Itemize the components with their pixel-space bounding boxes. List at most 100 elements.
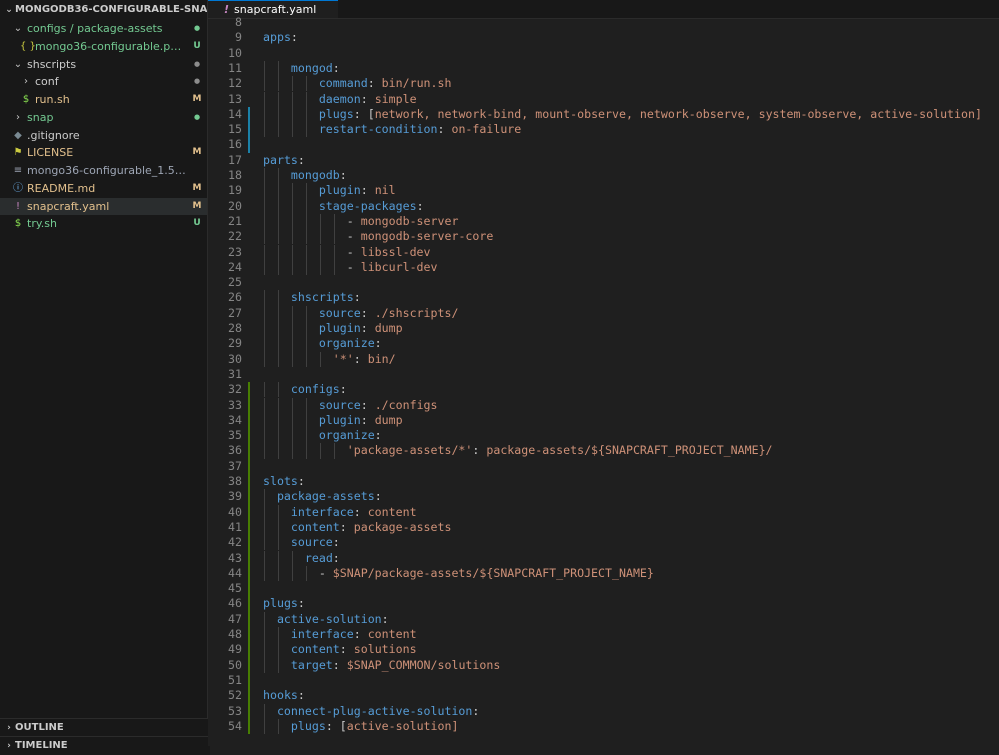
indent-guide [291, 244, 293, 260]
outline-panel-header[interactable]: › OUTLINE [0, 718, 210, 737]
code-text: target: $SNAP_COMMON/solutions [291, 658, 500, 673]
chevron-down-icon: ⌄ [13, 58, 23, 70]
code-text: slots: [263, 474, 305, 489]
indent-guide [277, 504, 279, 520]
code-text: organize: [319, 428, 382, 443]
indent-guide [264, 642, 265, 658]
code-line: 40 interface: content [208, 504, 999, 520]
yaml-value: '*' [332, 351, 354, 366]
code-text: plugs: [263, 596, 305, 611]
code-text: content: solutions [291, 642, 417, 657]
tree-item[interactable]: $ try.sh U [0, 215, 207, 233]
indent-guide [305, 183, 307, 199]
indent-guide [277, 290, 279, 306]
code-text: source: [291, 535, 340, 550]
tree-item[interactable]: ◆ .gitignore [0, 127, 207, 145]
shell-icon: $ [22, 94, 30, 105]
indent-guide [264, 535, 265, 551]
tree-item[interactable]: ⌄ configs / package-assets ● [0, 20, 207, 38]
line-number: 17 [228, 152, 242, 167]
indent-guide [291, 183, 293, 199]
indent-guide [305, 428, 307, 444]
indent-guide [277, 657, 279, 673]
git-icon: ◆ [14, 129, 22, 141]
tree-item[interactable]: $ run.sh M [0, 91, 207, 109]
tree-item[interactable]: ⓘ README.md M [0, 180, 207, 198]
yaml-punctuation: : [353, 351, 368, 366]
line-number: 40 [228, 504, 242, 519]
indent-guide [319, 244, 321, 260]
yaml-punctuation: : [472, 443, 487, 458]
git-change-marker[interactable] [248, 106, 250, 153]
indent-guide [291, 106, 293, 123]
tree-item[interactable]: ⌄ shscripts ● [0, 56, 207, 74]
tree-item-label: try.sh [27, 217, 57, 231]
yaml-punctuation: : [332, 550, 340, 565]
code-text: parts: [263, 153, 305, 168]
indent-guide [264, 198, 265, 214]
line-number: 22 [228, 229, 242, 244]
indent-guide [291, 397, 293, 413]
code-text: interface: content [291, 505, 417, 520]
indent-guide [305, 565, 307, 582]
indent-guide [277, 244, 279, 260]
indent-guide [277, 351, 279, 367]
git-change-marker[interactable] [248, 382, 250, 735]
indent-guide [277, 627, 279, 643]
yaml-value: package-assets [353, 519, 452, 534]
yaml-punctuation: : [297, 152, 305, 167]
indent-guide [264, 60, 265, 77]
git-status-badge: M [192, 94, 202, 104]
indent-guide [264, 244, 265, 260]
code-text: plugs: [active-solution] [291, 719, 459, 734]
indent-guide [264, 351, 265, 367]
tree-item[interactable]: ⚑ LICENSE M [0, 144, 207, 162]
yaml-punctuation: - [346, 229, 361, 244]
yaml-value: on-failure [451, 122, 522, 137]
indent-guide [264, 443, 265, 459]
indent-guide [291, 336, 293, 352]
line-number: 47 [228, 611, 242, 626]
yaml-value: dump [374, 412, 403, 427]
explorer-root-header[interactable]: ⌄ MONGODB36-CONFIGURABLE-SNAP [0, 0, 207, 20]
line-number: 27 [228, 305, 242, 320]
yaml-key: organize [318, 336, 375, 351]
yaml-key: mongod [290, 60, 333, 75]
indent-guide [305, 336, 307, 352]
code-line: 35 organize: [208, 428, 999, 444]
yaml-value: content [367, 504, 417, 519]
tree-item[interactable]: › conf ● [0, 73, 207, 91]
line-number: 23 [228, 244, 242, 259]
indent-guide [305, 443, 307, 459]
tree-item[interactable]: ≡ mongo36-configurable_1.5_amd64.... [0, 162, 207, 180]
yaml-key: read [304, 550, 333, 565]
line-number: 53 [228, 703, 242, 718]
line-number: 37 [228, 458, 242, 473]
indent-guide [319, 213, 321, 230]
indent-guide [264, 657, 265, 673]
code-text: plugin: nil [319, 183, 396, 198]
code-line: 12 command: bin/run.sh [208, 76, 999, 92]
code-text: source: ./shscripts/ [319, 306, 459, 321]
indent-guide [277, 565, 279, 582]
code-line: 30 '*': bin/ [208, 351, 999, 367]
indent-guide [277, 397, 279, 413]
code-text: - mongodb-server [347, 214, 459, 229]
code-text: source: ./configs [319, 398, 438, 413]
tree-item[interactable]: { } mongo36-configurable.pack... U [0, 38, 207, 56]
code-text: plugin: dump [319, 321, 403, 336]
code-line: 42 source: [208, 535, 999, 551]
git-status-badge: M [192, 182, 202, 193]
explorer-sidebar: ⌄ MONGODB36-CONFIGURABLE-SNAP ⌄ configs / … [0, 0, 208, 746]
yaml-punctuation: : [332, 657, 347, 672]
indent-guide [291, 351, 293, 367]
indent-guide [305, 106, 307, 123]
line-number: 11 [228, 60, 242, 75]
chevron-right-icon: › [7, 723, 11, 733]
tree-item[interactable]: › snap ● [0, 109, 207, 127]
code-editor[interactable]: 8 9 apps: 10 11 mongod: 12 command: bin/run.sh 1… [208, 15, 999, 746]
yaml-value: content [367, 627, 417, 641]
line-number: 45 [228, 581, 242, 596]
tree-item[interactable]: ! snapcraft.yaml M [0, 197, 207, 216]
code-line: 47 active-solution: [208, 611, 999, 627]
